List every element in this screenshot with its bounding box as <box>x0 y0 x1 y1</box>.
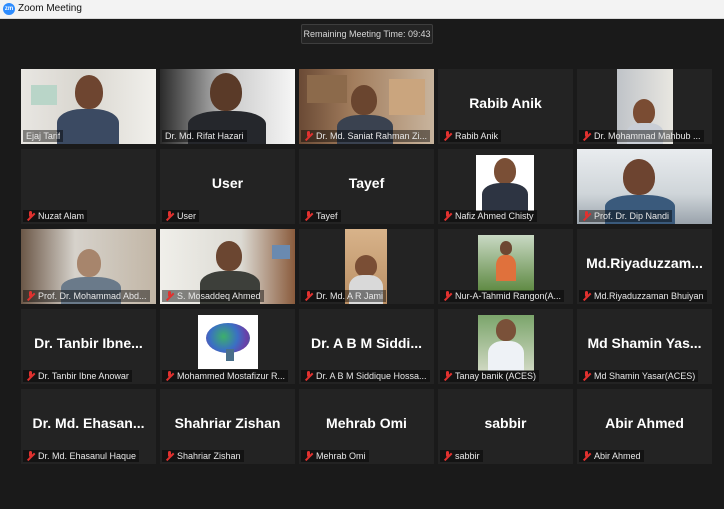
participant-label: User <box>162 210 200 222</box>
muted-mic-icon <box>26 451 35 461</box>
participant-tile[interactable]: Dr. Md. Ehasan... Dr. Md. Ehasanul Haque <box>21 389 156 464</box>
participant-display-name: Md.Riyaduzzam... <box>586 255 703 271</box>
muted-mic-icon <box>165 371 174 381</box>
muted-mic-icon <box>304 451 313 461</box>
participant-display-name: User <box>211 175 244 191</box>
participant-tile[interactable]: Tanay banik (ACES) <box>438 309 573 384</box>
participant-grid: Ejaj Tarif Dr. Md. Rifat Hazari Dr. Md. … <box>21 69 712 465</box>
muted-mic-icon <box>582 451 591 461</box>
participant-label: Md Shamin Yasar(ACES) <box>579 370 699 382</box>
remaining-time-indicator: Remaining Meeting Time: 09:43 <box>301 24 433 44</box>
muted-mic-icon <box>165 291 174 301</box>
muted-mic-icon <box>26 291 35 301</box>
participant-tile-active-speaker[interactable]: Dr. Md. Rifat Hazari <box>160 69 295 144</box>
participant-tile[interactable]: User User <box>160 149 295 224</box>
participant-label: Ejaj Tarif <box>23 130 64 142</box>
participant-tile[interactable]: Md Shamin Yas... Md Shamin Yasar(ACES) <box>577 309 712 384</box>
participant-tile[interactable]: S. Mosaddeq Ahmed <box>160 229 295 304</box>
participant-label: Prof. Dr. Mohammad Abd... <box>23 290 150 302</box>
participant-display-name: Rabib Anik <box>469 95 542 111</box>
participant-label: Nafiz Ahmed Chisty <box>440 210 537 222</box>
participant-label: Nuzat Alam <box>23 210 88 222</box>
participant-tile[interactable]: Mehrab Omi Mehrab Omi <box>299 389 434 464</box>
muted-mic-icon <box>304 291 313 301</box>
muted-mic-icon <box>165 451 174 461</box>
muted-mic-icon <box>26 211 35 221</box>
muted-mic-icon <box>304 211 313 221</box>
participant-display-name: Dr. A B M Siddi... <box>311 335 422 351</box>
participant-label: S. Mosaddeq Ahmed <box>162 290 264 302</box>
participant-tile[interactable]: Nur-A-Tahmid Rangon(A... <box>438 229 573 304</box>
muted-mic-icon <box>443 211 452 221</box>
participant-tile[interactable]: Ejaj Tarif <box>21 69 156 144</box>
muted-mic-icon <box>443 451 452 461</box>
participant-label: Tayef <box>301 210 341 222</box>
participant-display-name: Shahriar Zishan <box>174 415 281 431</box>
participant-tile[interactable]: Dr. A B M Siddi... Dr. A B M Siddique Ho… <box>299 309 434 384</box>
participant-tile[interactable]: Dr. Tanbir Ibne... Dr. Tanbir Ibne Anowa… <box>21 309 156 384</box>
participant-label: Dr. A B M Siddique Hossa... <box>301 370 430 382</box>
window-title: Zoom Meeting <box>18 3 82 14</box>
participant-tile[interactable]: Prof. Dr. Mohammad Abd... <box>21 229 156 304</box>
zoom-logo-icon: zm <box>3 3 15 15</box>
muted-mic-icon <box>165 211 174 221</box>
participant-label: Dr. Mohammad Mahbub ... <box>579 130 704 142</box>
muted-mic-icon <box>443 131 452 141</box>
participant-display-name: Mehrab Omi <box>326 415 407 431</box>
participant-display-name: Dr. Tanbir Ibne... <box>34 335 143 351</box>
participant-label: Shahriar Zishan <box>162 450 244 462</box>
participant-tile[interactable]: Mohammed Mostafizur R... <box>160 309 295 384</box>
muted-mic-icon <box>304 131 313 141</box>
participant-tile[interactable]: Tayef Tayef <box>299 149 434 224</box>
muted-mic-icon <box>582 211 591 221</box>
participant-label: sabbir <box>440 450 483 462</box>
participant-display-name: Abir Ahmed <box>605 415 684 431</box>
muted-mic-icon <box>582 371 591 381</box>
participant-tile[interactable]: Rabib Anik Rabib Anik <box>438 69 573 144</box>
participant-label: Dr. Md. Rifat Hazari <box>162 130 247 142</box>
participant-label: Dr. Md. Ehasanul Haque <box>23 450 140 462</box>
participant-label: Mohammed Mostafizur R... <box>162 370 289 382</box>
participant-tile[interactable]: Nuzat Alam <box>21 149 156 224</box>
muted-mic-icon <box>304 371 313 381</box>
participant-display-name: Tayef <box>348 175 385 191</box>
muted-mic-icon <box>26 371 35 381</box>
participant-tile[interactable]: Abir Ahmed Abir Ahmed <box>577 389 712 464</box>
title-bar: zm Zoom Meeting <box>0 0 724 19</box>
participant-label: Dr. Md. A R Jami <box>301 290 387 302</box>
participant-label: Prof. Dr. Dip Nandi <box>579 210 673 222</box>
participant-label: Tanay banik (ACES) <box>440 370 540 382</box>
participant-tile[interactable]: Prof. Dr. Dip Nandi <box>577 149 712 224</box>
muted-mic-icon <box>582 291 591 301</box>
participant-label: Dr. Md. Saniat Rahman Zi... <box>301 130 431 142</box>
muted-mic-icon <box>582 131 591 141</box>
participant-tile[interactable]: Dr. Md. Saniat Rahman Zi... <box>299 69 434 144</box>
participant-tile[interactable]: Dr. Mohammad Mahbub ... <box>577 69 712 144</box>
participant-tile[interactable]: sabbir sabbir <box>438 389 573 464</box>
participant-label: Nur-A-Tahmid Rangon(A... <box>440 290 565 302</box>
participant-display-name: sabbir <box>484 415 527 431</box>
participant-label: Rabib Anik <box>440 130 502 142</box>
participant-tile[interactable]: Md.Riyaduzzam... Md.Riyaduzzaman Bhuiyan <box>577 229 712 304</box>
participant-tile[interactable]: Shahriar Zishan Shahriar Zishan <box>160 389 295 464</box>
participant-tile[interactable]: Nafiz Ahmed Chisty <box>438 149 573 224</box>
participant-display-name: Md Shamin Yas... <box>587 335 702 351</box>
muted-mic-icon <box>443 291 452 301</box>
participant-label: Abir Ahmed <box>579 450 644 462</box>
participant-label: Mehrab Omi <box>301 450 369 462</box>
participant-display-name: Dr. Md. Ehasan... <box>32 415 145 431</box>
participant-label: Dr. Tanbir Ibne Anowar <box>23 370 132 382</box>
participant-tile[interactable]: Dr. Md. A R Jami <box>299 229 434 304</box>
muted-mic-icon <box>443 371 452 381</box>
participant-label: Md.Riyaduzzaman Bhuiyan <box>579 290 707 302</box>
